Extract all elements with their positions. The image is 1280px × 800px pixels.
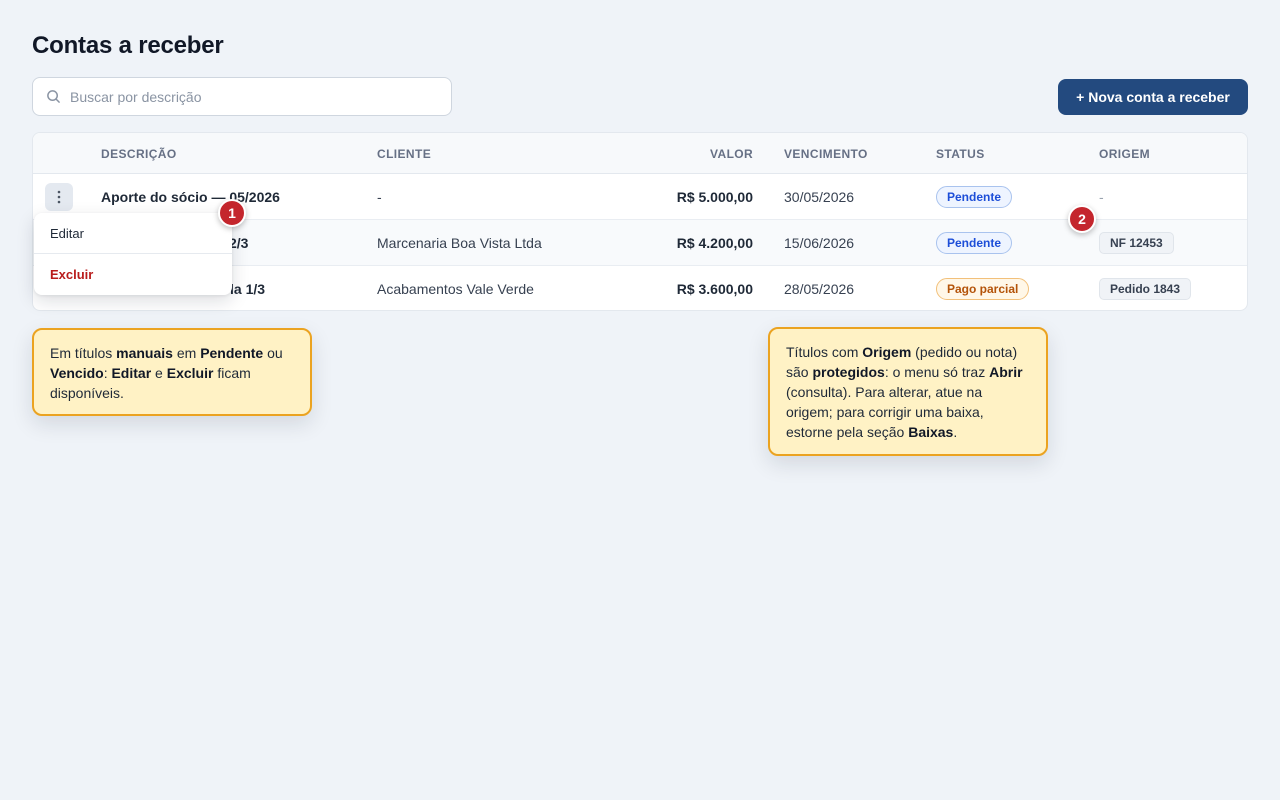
callout-text-segment: Abrir <box>989 364 1023 380</box>
origin-chip[interactable]: Pedido 1843 <box>1099 278 1192 300</box>
status-badge: Pendente <box>936 232 1013 254</box>
row-vencimento: 30/05/2026 <box>784 189 855 205</box>
row-valor: R$ 3.600,00 <box>676 281 753 297</box>
callout-text-segment: protegidos <box>812 364 885 380</box>
callout-text-segment: manuais <box>116 345 173 361</box>
row-valor: R$ 4.200,00 <box>676 235 753 251</box>
row-descricao: la 1/3 <box>230 281 266 297</box>
annotation-marker-1: 1 <box>218 199 246 227</box>
callout-text-segment: . <box>953 424 958 440</box>
callout-text-segment: e <box>151 365 167 381</box>
search-input[interactable] <box>70 88 451 105</box>
row-valor: R$ 5.000,00 <box>676 189 753 205</box>
column-header-descricao[interactable]: DESCRIÇÃO <box>101 147 177 161</box>
row-cliente: Acabamentos Vale Verde <box>377 281 534 297</box>
menu-item-editar[interactable]: Editar <box>34 213 232 253</box>
callout-manual-titles: Em títulos manuais em Pendente ou Vencid… <box>32 328 312 416</box>
page-title: Contas a receber <box>32 32 224 59</box>
row-vencimento: 15/06/2026 <box>784 235 855 251</box>
new-receivable-button[interactable]: + Nova conta a receber <box>1058 79 1248 115</box>
menu-item-excluir[interactable]: Excluir <box>34 254 232 294</box>
callout-text-segment: Vencido <box>50 365 104 381</box>
row-cliente: - <box>377 189 382 205</box>
row-actions-menu: Editar Excluir <box>34 213 232 295</box>
status-badge: Pago parcial <box>936 278 1030 300</box>
row-origem: - <box>1099 189 1104 205</box>
row-vencimento: 28/05/2026 <box>784 281 855 297</box>
callout-text-segment: Baixas <box>908 424 954 440</box>
kebab-menu-icon <box>57 190 61 204</box>
callout-text-segment: Em títulos <box>50 345 117 361</box>
callout-text-segment: Títulos com <box>786 344 863 360</box>
column-header-cliente[interactable]: CLIENTE <box>377 147 431 161</box>
row-status: Pendente <box>936 220 1013 266</box>
annotation-marker-2: 2 <box>1068 205 1096 233</box>
row-origem: NF 12453 <box>1099 220 1174 266</box>
status-badge: Pendente <box>936 186 1013 208</box>
callout-text-segment: Pendente <box>200 345 264 361</box>
column-header-status[interactable]: STATUS <box>936 147 985 161</box>
row-status: Pendente <box>936 174 1013 220</box>
callout-text-segment: Editar <box>111 365 152 381</box>
callout-text-segment: ou <box>263 345 283 361</box>
column-header-valor[interactable]: VALOR <box>710 147 753 161</box>
callout-text-segment: Excluir <box>166 365 214 381</box>
search-icon <box>46 89 62 105</box>
column-header-origem[interactable]: ORIGEM <box>1099 147 1150 161</box>
column-header-vencimento[interactable]: VENCIMENTO <box>784 147 868 161</box>
callout-text-segment: Origem <box>862 344 912 360</box>
row-actions-button[interactable] <box>45 183 73 211</box>
callout-text-segment: em <box>172 345 201 361</box>
row-origem: Pedido 1843 <box>1099 266 1192 310</box>
row-cliente: Marcenaria Boa Vista Ltda <box>377 235 542 251</box>
row-status: Pago parcial <box>936 266 1030 310</box>
search-box[interactable] <box>32 77 452 116</box>
callout-protected-titles: Títulos com Origem (pedido ou nota) são … <box>768 327 1048 456</box>
table-header: DESCRIÇÃO CLIENTE VALOR VENCIMENTO STATU… <box>33 133 1247 174</box>
origin-chip[interactable]: NF 12453 <box>1099 232 1174 254</box>
callout-text-segment: : o menu só traz <box>884 364 990 380</box>
